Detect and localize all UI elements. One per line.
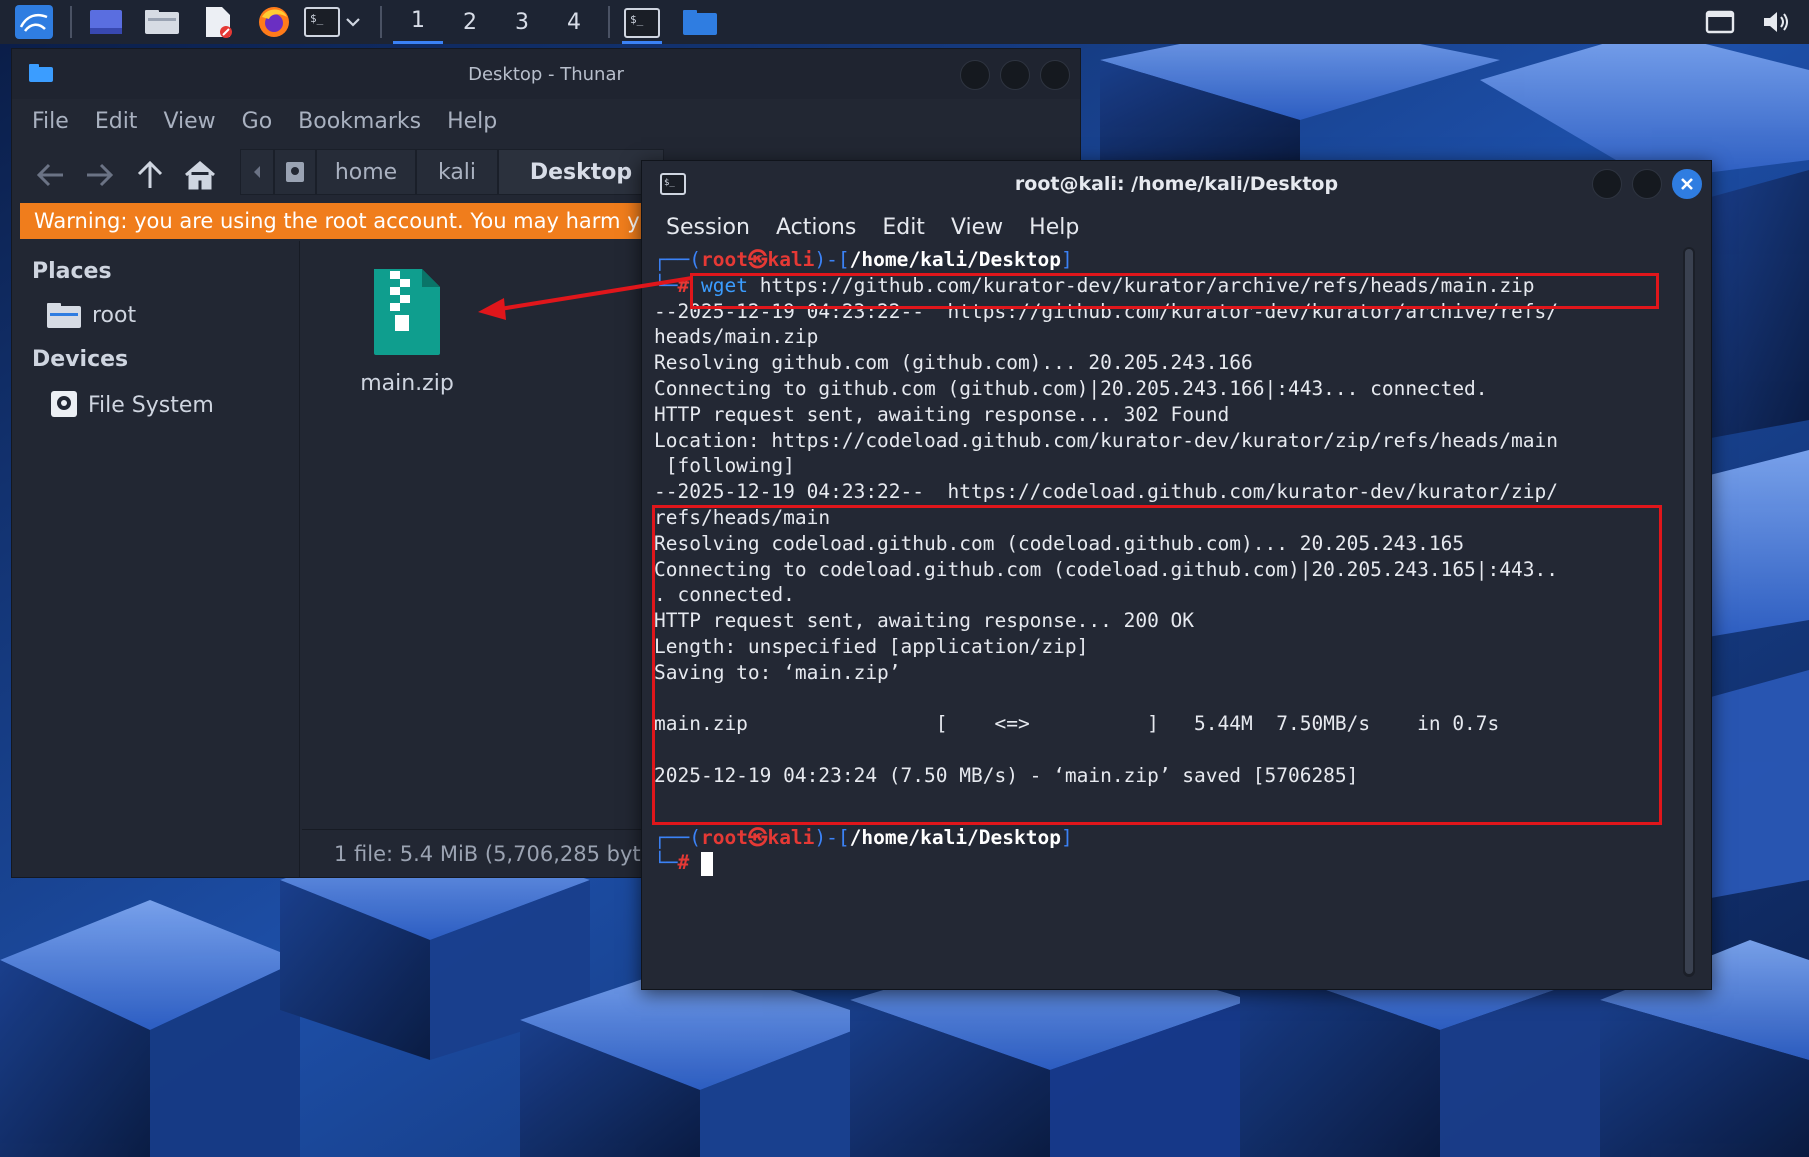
terminal-launcher-icon[interactable]: $_ — [302, 4, 342, 40]
workspace-1[interactable]: 1 — [393, 0, 443, 44]
menu-view[interactable]: View — [163, 109, 215, 134]
menu-edit[interactable]: Edit — [95, 109, 138, 134]
thunar-sidebar: Places root Devices File System — [12, 241, 300, 877]
menu-bookmarks[interactable]: Bookmarks — [298, 109, 421, 134]
terminal-titlebar[interactable]: root@kali: /home/kali/Desktop — [642, 161, 1711, 207]
thunar-titlebar[interactable]: Desktop - Thunar — [12, 49, 1080, 99]
svg-text:$_: $_ — [630, 13, 644, 26]
thunar-menubar: File Edit View Go Bookmarks Help — [12, 99, 1080, 143]
output-line: heads/main.zip — [654, 325, 819, 349]
minimize-button[interactable] — [960, 60, 990, 90]
status-text: 1 file: 5.4 MiB (5,706,285 byte — [334, 841, 654, 866]
maximize-button[interactable] — [1000, 60, 1030, 90]
menu-file[interactable]: File — [32, 109, 69, 134]
file-item-main-zip[interactable]: main.zip — [342, 267, 472, 396]
svg-text:$_: $_ — [664, 178, 675, 188]
zip-archive-icon — [374, 269, 440, 355]
close-button[interactable] — [1040, 60, 1070, 90]
input-line[interactable]: └─# — [654, 850, 1680, 876]
menu-session[interactable]: Session — [666, 215, 750, 240]
kali-menu-icon[interactable] — [14, 4, 54, 40]
taskbar-folder-icon[interactable] — [680, 4, 720, 40]
minimize-button[interactable] — [1592, 169, 1622, 199]
warning-text: Warning: you are using the root account.… — [34, 209, 640, 233]
prompt-line: ┌──(root㉿kali)-[/home/kali/Desktop] — [654, 825, 1073, 849]
breadcrumb-scroll-left[interactable] — [240, 149, 274, 195]
download-output-highlight-box — [652, 505, 1662, 825]
home-icon[interactable] — [178, 153, 222, 197]
output-line: Connecting to github.com (github.com)|20… — [654, 376, 1488, 400]
terminal-menubar: Session Actions Edit View Help — [642, 207, 1711, 247]
maximize-button[interactable] — [1632, 169, 1662, 199]
sidebar-item-file-system[interactable]: File System — [50, 385, 214, 425]
panel-separator — [380, 6, 382, 38]
hard-drive-icon — [51, 391, 77, 417]
close-button[interactable] — [1672, 169, 1702, 199]
menu-go[interactable]: Go — [242, 109, 273, 134]
prompt-user: root — [700, 825, 748, 849]
chevron-down-icon[interactable] — [342, 4, 364, 40]
forward-arrow-icon[interactable] — [78, 153, 122, 197]
home-folder-icon — [47, 303, 81, 328]
places-heading: Places — [32, 259, 112, 284]
workspace-3[interactable]: 3 — [497, 0, 547, 44]
back-arrow-icon[interactable] — [28, 153, 72, 197]
file-name: main.zip — [360, 371, 454, 396]
up-arrow-icon[interactable] — [128, 153, 172, 197]
text-editor-icon[interactable] — [198, 4, 238, 40]
folder-icon — [28, 63, 54, 87]
terminal-scrollbar[interactable] — [1683, 247, 1695, 977]
svg-text:$_: $_ — [310, 12, 324, 25]
prompt-host: kali — [767, 825, 815, 849]
panel-separator — [70, 6, 72, 38]
terminal-icon: $_ — [660, 173, 686, 199]
thunar-title: Desktop - Thunar — [468, 63, 624, 85]
prompt-user: root — [700, 248, 748, 271]
close-icon — [1681, 178, 1693, 190]
breadcrumb-home[interactable]: home — [316, 149, 416, 195]
file-manager-icon[interactable] — [142, 4, 182, 40]
terminal-title: root@kali: /home/kali/Desktop — [1014, 173, 1339, 195]
sidebar-item-label: root — [92, 302, 137, 328]
volume-icon[interactable] — [1756, 4, 1796, 40]
sidebar-item-root[interactable]: root — [46, 295, 136, 335]
breadcrumb-desktop[interactable]: Desktop — [498, 149, 664, 195]
taskbar-terminal-icon[interactable]: $_ — [622, 4, 662, 44]
show-desktop-icon[interactable] — [86, 4, 126, 40]
workspace-2[interactable]: 2 — [445, 0, 495, 44]
window-switcher-icon[interactable] — [1700, 4, 1740, 40]
menu-view[interactable]: View — [951, 215, 1003, 240]
annotation-arrow — [478, 276, 693, 320]
prompt-host: kali — [767, 248, 815, 271]
menu-help[interactable]: Help — [1029, 215, 1079, 240]
firefox-icon[interactable] — [254, 4, 294, 40]
prompt-path: /home/kali/Desktop — [849, 248, 1061, 271]
top-panel: $_ 1 2 3 4 $_ — [0, 0, 1809, 44]
output-line: Location: https://codeload.github.com/ku… — [654, 428, 1558, 452]
prompt-line: ┌──(root㉿kali)-[/home/kali/Desktop] — [654, 248, 1073, 271]
menu-help[interactable]: Help — [447, 109, 497, 134]
text-cursor — [700, 851, 713, 876]
output-line: --2025-12-19 04:23:22-- https://codeload… — [654, 480, 1558, 504]
breadcrumb-kali[interactable]: kali — [416, 149, 498, 195]
prompt-path: /home/kali/Desktop — [849, 825, 1061, 849]
output-line: [following] — [654, 454, 795, 478]
workspace-4[interactable]: 4 — [549, 0, 599, 44]
panel-separator — [608, 6, 610, 38]
sidebar-item-label: File System — [88, 392, 214, 418]
output-line: Resolving github.com (github.com)... 20.… — [654, 351, 1253, 375]
output-line: HTTP request sent, awaiting response... … — [654, 402, 1230, 426]
devices-heading: Devices — [32, 347, 129, 372]
scrollbar-thumb[interactable] — [1685, 249, 1693, 974]
command-highlight-box — [690, 273, 1659, 309]
menu-actions[interactable]: Actions — [776, 215, 856, 240]
menu-edit[interactable]: Edit — [882, 215, 925, 240]
root-drive-icon[interactable] — [274, 149, 316, 195]
